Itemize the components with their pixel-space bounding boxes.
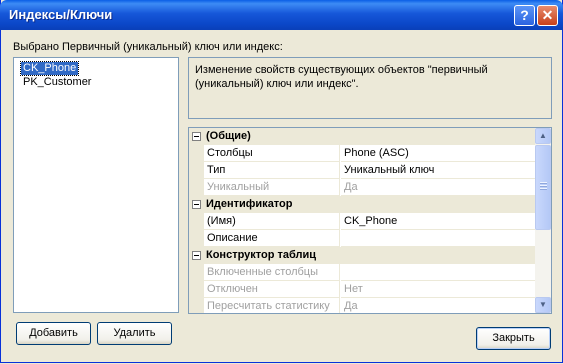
list-item-ck-phone[interactable]: CK_Phone: [19, 61, 80, 76]
category-label: Идентификатор: [206, 198, 293, 210]
property-row-columns[interactable]: Столбцы Phone (ASC): [189, 145, 535, 162]
title-bar[interactable]: Индексы/Ключи ? ✕: [0, 0, 563, 30]
selected-key-label: Выбрано Первичный (уникальный) ключ или …: [13, 41, 283, 53]
delete-button[interactable]: Удалить: [97, 322, 172, 345]
collapse-icon[interactable]: [192, 251, 201, 260]
property-row-type[interactable]: Тип Уникальный ключ: [189, 162, 535, 179]
row-gutter: [189, 230, 204, 247]
property-row-recompute-stats[interactable]: Пересчитать статистику Да: [189, 298, 535, 313]
row-gutter: [189, 145, 204, 162]
property-value[interactable]: Уникальный ключ: [341, 162, 535, 179]
property-value[interactable]: CK_Phone: [341, 213, 535, 230]
scroll-up-button[interactable]: ▲: [535, 128, 551, 144]
property-name: Тип: [204, 162, 340, 179]
property-name: (Имя): [204, 213, 340, 230]
property-row-unique[interactable]: Уникальный Да: [189, 179, 535, 196]
description-panel: Изменение свойств существующих объектов …: [188, 57, 552, 119]
row-gutter: [189, 264, 204, 281]
property-value[interactable]: Нет: [341, 281, 535, 298]
collapse-icon[interactable]: [192, 132, 201, 141]
property-value[interactable]: [341, 230, 535, 247]
property-name: Отключен: [204, 281, 340, 298]
help-button[interactable]: ?: [514, 5, 535, 26]
property-name: Пересчитать статистику: [204, 298, 340, 313]
category-label: (Общие): [206, 130, 251, 142]
property-name: Уникальный: [204, 179, 340, 196]
property-grid[interactable]: (Общие) Столбцы Phone (ASC) Тип Уникальн…: [188, 127, 552, 314]
row-gutter: [189, 281, 204, 298]
property-value[interactable]: Да: [341, 298, 535, 313]
category-identity[interactable]: Идентификатор: [189, 196, 535, 213]
property-name: Описание: [204, 230, 340, 247]
add-button[interactable]: Добавить: [16, 322, 91, 345]
keys-listbox[interactable]: CK_Phone PK_Customer: [13, 57, 179, 313]
property-value[interactable]: Phone (ASC): [341, 145, 535, 162]
property-name: Включенные столбцы: [204, 264, 340, 281]
property-value[interactable]: [341, 264, 535, 281]
row-gutter: [189, 298, 204, 313]
close-button[interactable]: Закрыть: [476, 327, 551, 350]
list-item-pk-customer[interactable]: PK_Customer: [21, 76, 93, 89]
grip-line: [540, 182, 547, 184]
collapse-icon[interactable]: [192, 200, 201, 209]
scroll-down-button[interactable]: ▼: [535, 297, 551, 313]
row-gutter: [189, 179, 204, 196]
indexes-keys-dialog: Индексы/Ключи ? ✕ Выбрано Первичный (уни…: [0, 0, 563, 363]
property-row-disabled[interactable]: Отключен Нет: [189, 281, 535, 298]
row-gutter: [189, 162, 204, 179]
scroll-thumb[interactable]: [535, 145, 551, 230]
grip-line: [540, 185, 547, 187]
property-name: Столбцы: [204, 145, 340, 162]
property-row-included-columns[interactable]: Включенные столбцы: [189, 264, 535, 281]
grip-line: [540, 188, 547, 190]
category-general[interactable]: (Общие): [189, 128, 535, 145]
property-row-name[interactable]: (Имя) CK_Phone: [189, 213, 535, 230]
category-table-designer[interactable]: Конструктор таблиц: [189, 247, 535, 264]
property-row-description[interactable]: Описание: [189, 230, 535, 247]
category-label: Конструктор таблиц: [206, 249, 317, 261]
vertical-scrollbar[interactable]: ▲ ▼: [535, 128, 551, 313]
close-window-button[interactable]: ✕: [537, 5, 558, 26]
dialog-title: Индексы/Ключи: [9, 7, 113, 22]
property-value[interactable]: Да: [341, 179, 535, 196]
row-gutter: [189, 213, 204, 230]
